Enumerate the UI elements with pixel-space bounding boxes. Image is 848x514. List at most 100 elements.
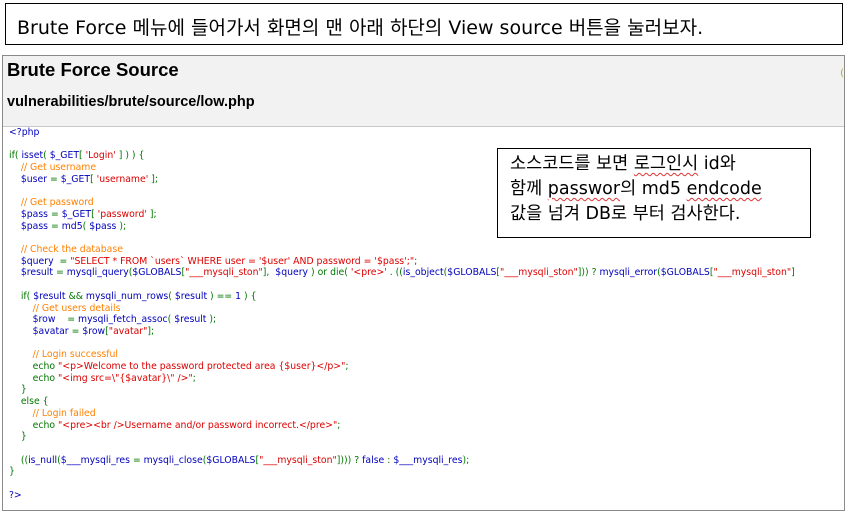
- caption-text: Brute Force 메뉴에 들어가서 화면의 맨 아래 하단의 View s…: [17, 17, 704, 39]
- code-token: ],: [262, 267, 276, 279]
- page-title: Brute Force Source: [7, 59, 179, 80]
- code-token: $user: [9, 173, 50, 185]
- code-token: "___mysqli_ston": [713, 267, 792, 279]
- code-token: =: [67, 314, 79, 326]
- code-token: "avatar": [108, 325, 148, 337]
- code-token: "<p>Welcome to the password protected ar…: [58, 361, 346, 373]
- code-line: <?php: [9, 127, 795, 139]
- code-token: <?php: [9, 127, 40, 138]
- code-token: ;: [414, 255, 418, 267]
- code-token: echo: [9, 372, 59, 384]
- code-token: =: [56, 267, 67, 279]
- code-token: ((: [9, 454, 29, 466]
- code-line: if( $result && mysqli_num_rows( $result …: [9, 291, 795, 303]
- code-token: );: [206, 314, 217, 326]
- code-line: }: [9, 431, 795, 443]
- code-token: $GLOBALS: [447, 267, 497, 279]
- code-token: 'username': [96, 173, 149, 185]
- code-token: $result: [9, 267, 56, 279]
- code-token: :: [384, 454, 394, 466]
- code-line: }: [9, 384, 795, 396]
- code-token: else {: [9, 396, 49, 408]
- code-token: 'password': [97, 208, 147, 220]
- code-token: 'Login': [85, 150, 116, 162]
- code-token: ];: [146, 208, 157, 220]
- annotation-text: 의 md5: [620, 179, 687, 199]
- code-token: ];: [148, 173, 158, 185]
- code-line: echo "<pre><br />Username and/or passwor…: [9, 420, 795, 432]
- code-token: // Login failed: [9, 407, 96, 419]
- code-token: is_object: [402, 267, 444, 279]
- code-token: mysqli_query: [66, 267, 129, 279]
- code-token: =: [71, 325, 83, 337]
- code-token: echo: [9, 361, 59, 373]
- code-token: . ((: [386, 267, 403, 279]
- code-token: [: [91, 208, 98, 220]
- code-token: $GLOBALS: [206, 454, 256, 466]
- code-token: "<pre><br />Username and/or password inc…: [58, 419, 338, 431]
- code-line: $row = mysqli_fetch_assoc( $result );: [9, 314, 795, 326]
- code-token: ;: [192, 372, 196, 384]
- code-token: [: [90, 173, 97, 185]
- code-token: $pass: [9, 220, 51, 232]
- code-token: "___mysqli_ston": [500, 267, 578, 279]
- code-token: // Check the database: [9, 244, 123, 256]
- code-token: ?>: [9, 489, 22, 501]
- annotation-text: 값을 넘겨 DB로 부터 검사한다.: [510, 204, 741, 224]
- code-token: $___mysqli_res: [393, 454, 463, 466]
- code-token: mysqli_num_rows: [85, 290, 169, 302]
- code-line: // Get users details: [9, 303, 795, 315]
- code-line: echo "<img src=\"{$avatar}\" />";: [9, 373, 795, 385]
- code-token: $result: [174, 290, 208, 302]
- edge-mark: (: [840, 68, 844, 79]
- code-token: // Get password: [9, 197, 94, 209]
- code-token: ];: [147, 325, 155, 337]
- code-token: "<img src=\"{$avatar}\" />": [58, 372, 193, 384]
- code-token: ) or die(: [308, 267, 351, 279]
- annotation-text: id와: [698, 154, 736, 174]
- annotation-line-1: 소스코드를 보면 로그인시 id와: [510, 152, 810, 177]
- code-token: "___mysqli_ston": [259, 454, 337, 466]
- code-token: $pass: [9, 208, 51, 220]
- code-line: // Login successful: [9, 349, 795, 361]
- code-token: &&: [65, 290, 86, 302]
- code-token: );: [462, 454, 470, 466]
- code-token: ;: [337, 419, 341, 431]
- code-line: // Login failed: [9, 408, 795, 420]
- code-token: $_GET: [49, 150, 80, 162]
- code-token: $_GET: [61, 208, 92, 220]
- code-token: }: [9, 466, 15, 478]
- code-token: }: [9, 431, 27, 443]
- code-token: ;: [345, 361, 349, 373]
- code-token: $pass: [89, 220, 117, 232]
- code-token: $query: [9, 255, 60, 267]
- code-token: mysqli_fetch_assoc: [78, 314, 168, 326]
- code-token: ] ) ) {: [115, 150, 145, 162]
- code-token: mysqli_close: [143, 454, 203, 466]
- code-token: =: [49, 173, 61, 185]
- page-header: Brute Force Source vulnerabilities/brute…: [3, 56, 844, 127]
- code-token: $avatar: [9, 325, 72, 337]
- code-token: "SELECT * FROM `users` WHERE user = '$us…: [70, 255, 415, 267]
- code-line: $avatar = $row["avatar"];: [9, 326, 795, 338]
- annotation-text: 소스코드를 보면: [510, 154, 634, 174]
- browser-content-frame: Brute Force Source vulnerabilities/brute…: [2, 55, 845, 511]
- code-token: =: [129, 454, 144, 466]
- code-token: $row: [9, 314, 68, 326]
- annotation-line-3: 값을 넘겨 DB로 부터 검사한다.: [510, 202, 810, 227]
- code-token: ) ==: [207, 290, 236, 302]
- code-token: [: [79, 150, 86, 162]
- code-token: // Login successful: [9, 349, 119, 361]
- code-token: mysqli_error: [599, 267, 658, 279]
- instruction-caption: Brute Force 메뉴에 들어가서 화면의 맨 아래 하단의 View s…: [5, 3, 843, 45]
- annotation-text-underlined: 로그인시: [633, 154, 699, 174]
- code-token: is_null: [28, 454, 58, 466]
- code-token: if(: [9, 290, 34, 302]
- code-token: ])) ?: [577, 267, 600, 279]
- code-token: (: [43, 150, 50, 162]
- code-token: (: [168, 290, 175, 302]
- code-token: $GLOBALS: [660, 267, 710, 279]
- code-token: }: [9, 384, 27, 396]
